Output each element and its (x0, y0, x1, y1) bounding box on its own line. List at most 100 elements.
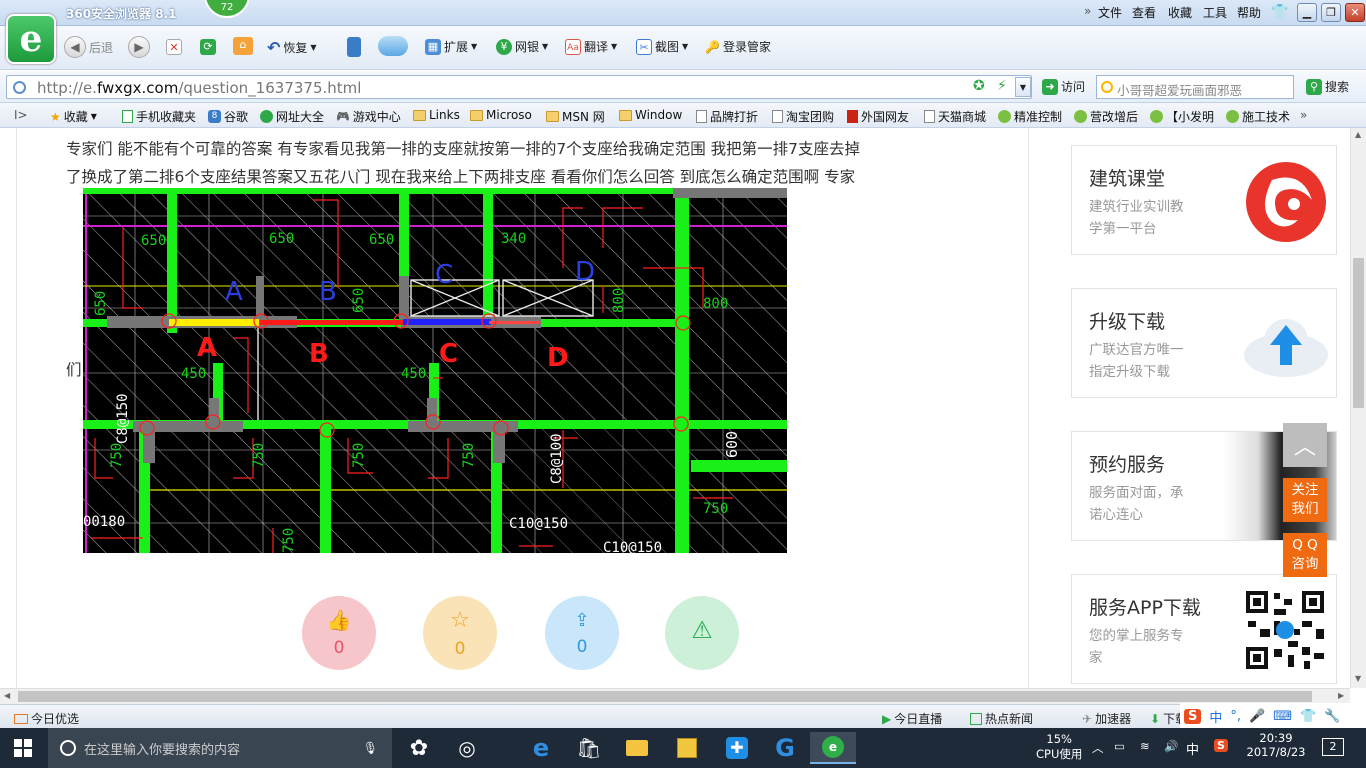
more-favorites-icon[interactable]: » (1300, 108, 1307, 122)
netbank-button[interactable]: ¥ 网银 ▼ (496, 38, 548, 55)
back-button[interactable]: ◀ 后退 (64, 36, 113, 58)
back-to-top-button[interactable]: ︿ (1283, 423, 1327, 467)
secure-icon[interactable]: ✪ (973, 78, 985, 94)
edge-icon[interactable]: e (518, 732, 564, 764)
scroll-right-icon[interactable]: ▶ (1338, 691, 1344, 700)
fav-item-brand[interactable]: 品牌打折 (696, 108, 758, 125)
ime-toolbar[interactable]: S 中 °, 🎤 ⌨ 👕 🔧 (1180, 703, 1366, 729)
card-app-download[interactable]: 服务APP下载 您的掌上服务专家 (1071, 574, 1337, 684)
menu-help[interactable]: 帮助 (1237, 4, 1261, 21)
refresh-icon[interactable]: ⟳ (200, 39, 216, 55)
fav-item-invention[interactable]: 【小发明 (1150, 108, 1214, 125)
go-button[interactable]: ➜ 访问 (1042, 78, 1085, 95)
vertical-scrollbar[interactable]: ▲ ▼ (1350, 128, 1366, 688)
hot-news[interactable]: 热点新闻 (970, 710, 1033, 727)
task-view-icon[interactable]: ✿ (396, 732, 442, 764)
qq-consult-button[interactable]: Q Q 咨询 (1283, 533, 1327, 577)
menu-view[interactable]: 查看 (1132, 4, 1156, 21)
cad-drawing-image[interactable]: 650 650 650 340 800 450 450 750 650 650 … (83, 188, 787, 553)
ime-lang[interactable]: 中 (1209, 707, 1222, 726)
translate-button[interactable]: Aa 翻译 ▼ (565, 38, 617, 55)
fav-item-mobile[interactable]: 手机收藏夹 (122, 108, 196, 125)
login-manager-button[interactable]: 🔑 登录管家 (705, 38, 771, 55)
fav-item-control[interactable]: 精准控制 (998, 108, 1062, 125)
notes-icon[interactable] (664, 732, 710, 764)
share-button[interactable]: ⇪ 0 (545, 596, 619, 670)
menu-favorites[interactable]: 收藏 (1168, 4, 1192, 21)
sidebar-toggle-icon[interactable]: I> (14, 108, 28, 122)
cloud-icon[interactable] (378, 36, 408, 56)
input-lang[interactable]: 中 (1186, 739, 1199, 758)
scroll-down-icon[interactable]: ▼ (1355, 674, 1361, 683)
question-text-line2: 了换成了第二排6个支座结果答案又五花八门 现在我来给上下两排支座 看看你们怎么回… (66, 168, 856, 186)
network-icon[interactable]: ▭ (1114, 739, 1125, 753)
clock[interactable]: 20:39 2017/8/23 (1246, 731, 1306, 759)
horizontal-scrollbar[interactable]: ◀ ▶ (0, 688, 1350, 704)
app-icon[interactable]: ◎ (444, 732, 490, 764)
url-field[interactable]: http://e.fwxgx.com/question_1637375.html… (6, 75, 1032, 99)
explorer-icon[interactable] (614, 732, 660, 764)
fav-item-vat[interactable]: 营改增后 (1074, 108, 1138, 125)
url-dropdown-button[interactable]: ▼ (1015, 77, 1031, 97)
report-button[interactable]: ⚠ (665, 596, 739, 670)
card-building-class[interactable]: 建筑课堂 建筑行业实训教 学第一平台 (1071, 145, 1337, 255)
notification-center[interactable]: 2 (1322, 738, 1344, 756)
fav-item-games[interactable]: 🎮 游戏中心 (336, 108, 401, 125)
punctuation-icon: °, (1230, 708, 1242, 724)
taskbar-search[interactable]: 在这里输入你要搜索的内容 🎙 (48, 728, 392, 768)
scroll-thumb[interactable] (1353, 258, 1364, 408)
browser-360-task[interactable]: e (810, 732, 856, 764)
fav-collect[interactable]: ★ 收藏 ▼ (50, 108, 97, 125)
follow-us-button[interactable]: 关注 我们 (1283, 478, 1327, 522)
fav-item-sites[interactable]: 网址大全 (260, 108, 324, 125)
fav-item-taobao[interactable]: 淘宝团购 (772, 108, 834, 125)
scroll-left-icon[interactable]: ◀ (4, 691, 10, 700)
search-input[interactable]: 小哥哥超爱玩画面邪恶 (1096, 75, 1294, 99)
home-icon[interactable]: ⌂ (233, 37, 253, 55)
store-icon[interactable]: 🛍 (566, 732, 612, 764)
forward-button[interactable]: ▶ (128, 36, 150, 58)
menu-tools[interactable]: 工具 (1203, 4, 1227, 21)
restore-button[interactable]: ↶ 恢复 ▼ (267, 38, 317, 57)
menu-file[interactable]: 文件 (1098, 4, 1122, 21)
microphone-icon[interactable]: 🎙 (363, 741, 378, 755)
maximize-button[interactable]: ❐ (1321, 3, 1341, 22)
fav-item-google[interactable]: 8 谷歌 (208, 108, 248, 125)
close-window-button[interactable]: ✕ (1345, 3, 1365, 22)
mobile-icon[interactable] (347, 37, 361, 57)
accelerator[interactable]: ✈ 加速器 (1082, 710, 1131, 727)
fav-item-tmall[interactable]: 天猫商城 (924, 108, 986, 125)
card-upgrade-download[interactable]: 升级下载 广联达官方唯一 指定升级下载 (1071, 288, 1337, 398)
cpu-meter[interactable]: 15% CPU使用 (1036, 732, 1082, 762)
glodon-icon[interactable]: G (762, 732, 808, 764)
screenshot-button[interactable]: ✂ 截图 ▼ (636, 38, 688, 55)
extend-button[interactable]: ▦ 扩展 ▼ (425, 38, 477, 55)
menu-arrow-icon[interactable]: » (1084, 4, 1091, 18)
sogou-tray-icon[interactable]: S (1214, 739, 1228, 752)
fav-item-foreign[interactable]: 外国网友 (847, 108, 909, 125)
fav-item-links[interactable]: Links (413, 108, 460, 122)
fav-item-msn[interactable]: MSN 网 (546, 108, 605, 125)
start-button[interactable] (0, 732, 46, 764)
stop-icon[interactable]: ✕ (166, 39, 182, 55)
scroll-up-icon[interactable]: ▲ (1355, 130, 1361, 139)
divider (16, 128, 17, 688)
like-button[interactable]: 👍 0 (302, 596, 376, 670)
url-text[interactable]: http://e.fwxgx.com/question_1637375.html (37, 79, 361, 97)
shirt-icon[interactable]: 👕 (1271, 4, 1288, 20)
favorite-button[interactable]: ☆ 0 (423, 596, 497, 670)
chevron-up-icon[interactable]: ︿ (1092, 740, 1104, 756)
search-button[interactable]: ⚲ 搜索 (1306, 78, 1349, 95)
app-plus-icon[interactable]: ✚ (714, 732, 760, 764)
volume-icon[interactable]: 🔊 (1164, 739, 1178, 753)
fav-item-windows[interactable]: Window (619, 108, 682, 122)
h-scroll-thumb[interactable] (18, 691, 1312, 702)
minimize-button[interactable]: ▁ (1297, 3, 1317, 22)
fav-item-construction[interactable]: 施工技术 (1226, 108, 1290, 125)
search-engine-icon[interactable] (1101, 81, 1113, 93)
fav-item-microsoft[interactable]: Microso (470, 108, 532, 122)
lightning-icon[interactable]: ⚡ (997, 78, 1007, 94)
wifi-icon[interactable]: ≋ (1140, 739, 1150, 753)
today-picks[interactable]: 今日优选 (14, 710, 79, 727)
today-live[interactable]: ▶ 今日直播 (882, 710, 942, 727)
